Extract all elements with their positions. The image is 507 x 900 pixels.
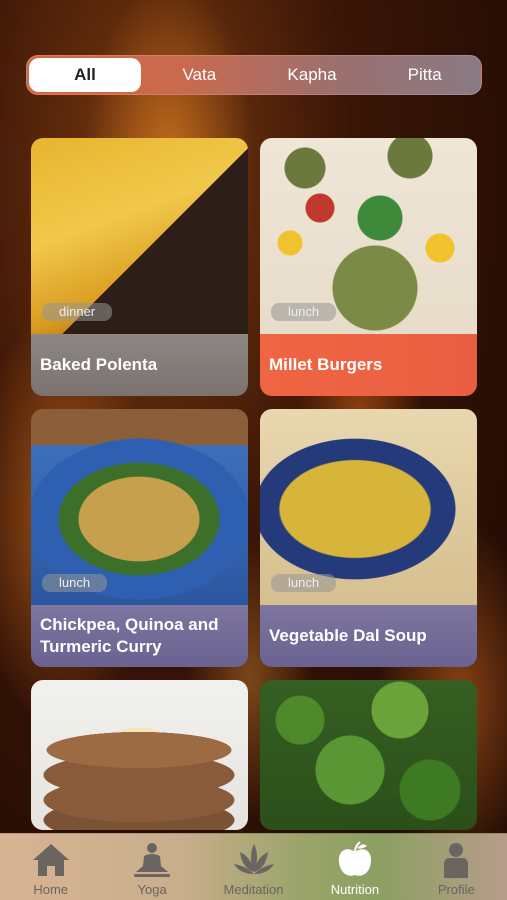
recipe-title: Vegetable Dal Soup <box>260 605 477 667</box>
recipe-card[interactable] <box>260 680 477 830</box>
filter-vata[interactable]: Vata <box>143 56 256 94</box>
meal-tag: dinner <box>42 303 113 321</box>
recipe-card[interactable]: lunch Chickpea, Quinoa and Turmeric Curr… <box>31 409 248 667</box>
recipe-title: Baked Polenta <box>31 334 248 396</box>
meal-tag: lunch <box>271 574 337 592</box>
tab-meditation[interactable]: Meditation <box>203 834 304 900</box>
tab-home[interactable]: Home <box>0 834 101 900</box>
tab-label: Meditation <box>223 882 284 897</box>
recipe-card[interactable]: dinner Baked Polenta <box>31 138 248 396</box>
lotus-icon <box>233 844 274 874</box>
pancakes-image <box>31 680 248 830</box>
recipe-title: Millet Burgers <box>260 334 477 396</box>
meal-tag: lunch <box>42 574 108 592</box>
tab-yoga[interactable]: Yoga <box>101 834 202 900</box>
home-icon <box>32 844 69 876</box>
tab-label: Yoga <box>137 882 167 897</box>
tab-profile[interactable]: Profile <box>406 834 507 900</box>
tab-bar: Home Yoga Meditation Nutrition Profile <box>0 833 507 900</box>
recipe-card[interactable] <box>31 680 248 830</box>
meal-tag: lunch <box>271 303 337 321</box>
apple-icon <box>338 841 371 876</box>
filter-pitta[interactable]: Pitta <box>368 56 481 94</box>
greens-image <box>260 680 477 830</box>
recipe-title: Chickpea, Quinoa and Turmeric Curry <box>31 605 248 667</box>
filter-all[interactable]: All <box>29 58 141 92</box>
tab-label: Profile <box>437 882 475 897</box>
yoga-icon <box>134 843 171 877</box>
tab-label: Home <box>33 882 69 897</box>
tab-label: Nutrition <box>330 882 380 897</box>
filter-kapha[interactable]: Kapha <box>256 56 369 94</box>
dosha-filter[interactable]: All Vata Kapha Pitta <box>26 55 482 95</box>
recipe-card[interactable]: lunch Millet Burgers <box>260 138 477 396</box>
person-icon <box>444 843 469 878</box>
recipe-card[interactable]: lunch Vegetable Dal Soup <box>260 409 477 667</box>
tab-nutrition[interactable]: Nutrition <box>304 834 405 900</box>
recipe-grid: dinner Baked Polenta lunch Millet Burger… <box>31 138 477 830</box>
